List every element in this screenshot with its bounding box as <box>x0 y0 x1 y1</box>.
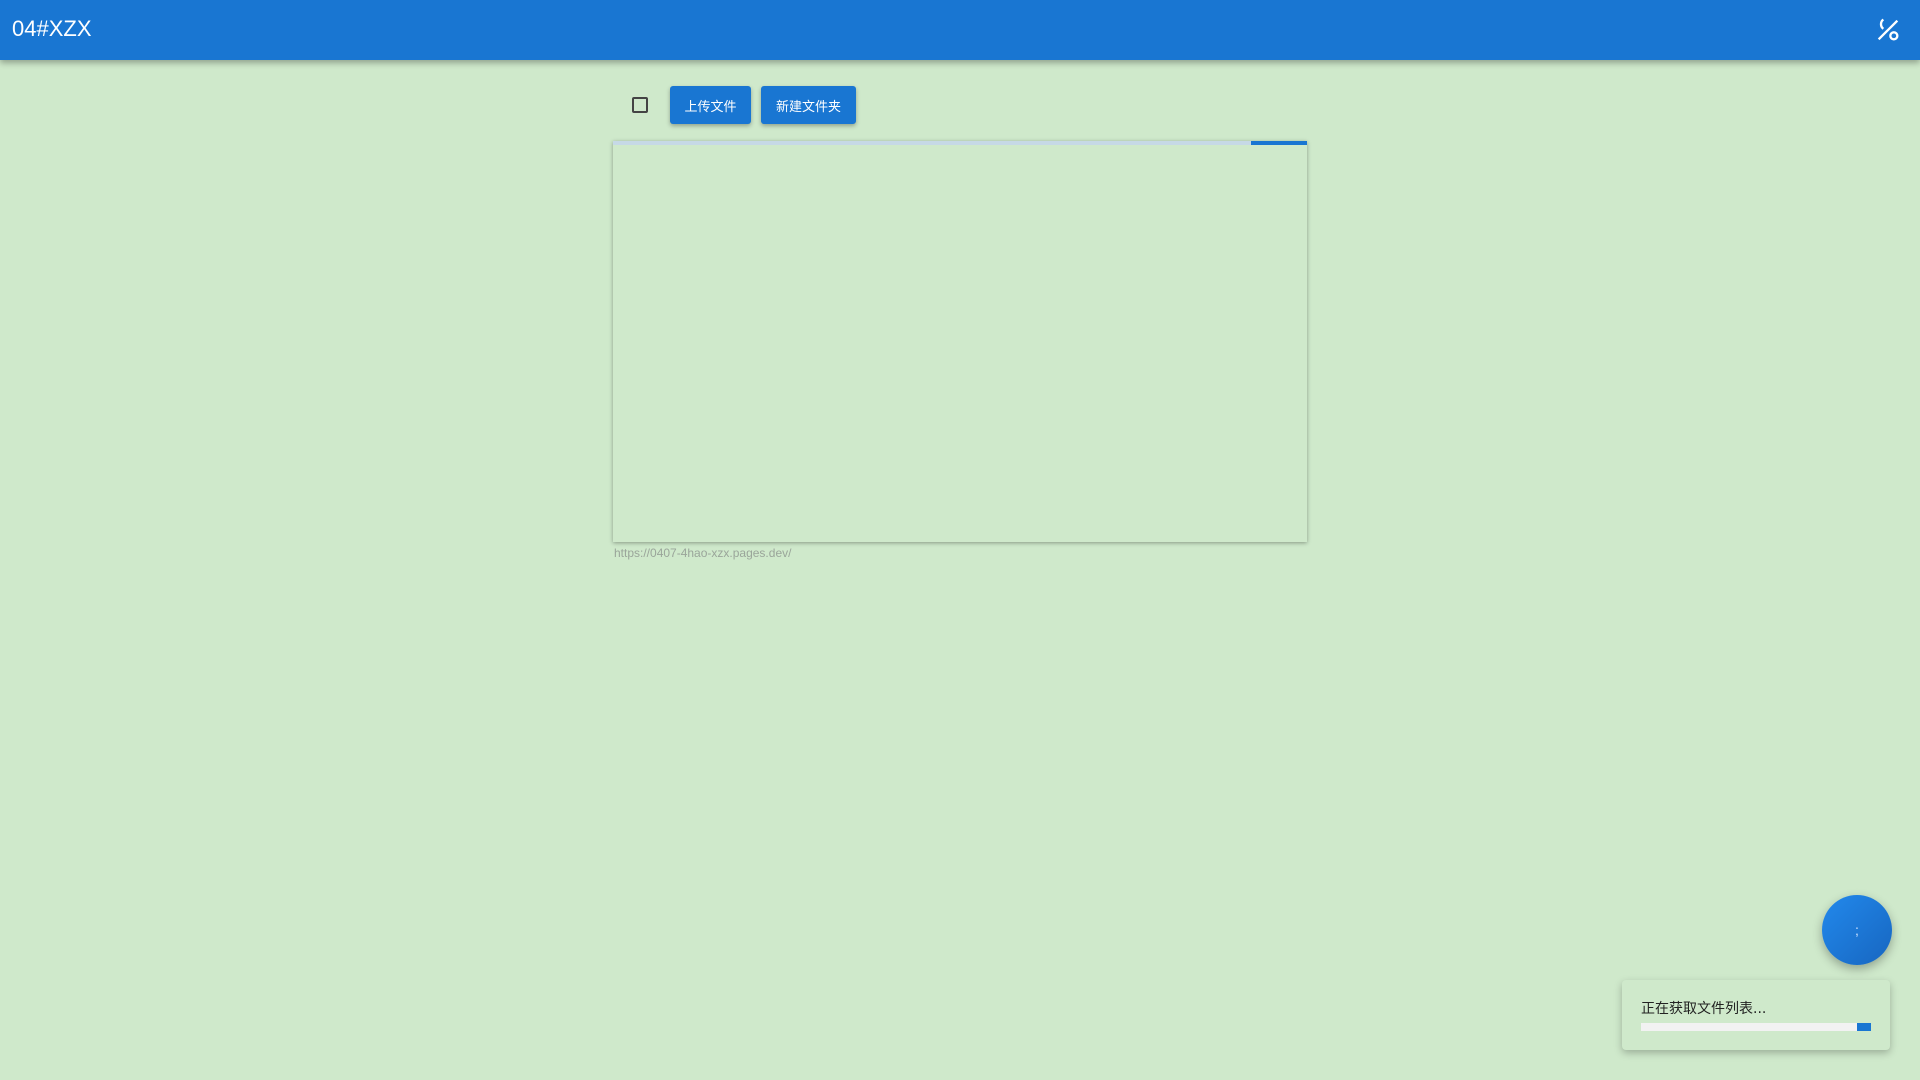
file-list-panel <box>613 141 1307 542</box>
toast-message: 正在获取文件列表... <box>1641 1001 1767 1017</box>
loading-progress-fill <box>1251 141 1307 145</box>
menu-fab-button[interactable]: ; <box>1822 895 1892 965</box>
loading-progress-bar <box>613 141 1307 145</box>
select-all-checkbox[interactable] <box>632 97 648 113</box>
loading-toast: 正在获取文件列表... <box>1622 980 1890 1050</box>
upload-file-button[interactable]: 上传文件 <box>670 86 751 124</box>
toast-progress-bar <box>1641 1023 1871 1031</box>
app-header: 04#XZX <box>0 0 1920 60</box>
theme-toggle-icon[interactable] <box>1874 16 1902 44</box>
site-url: https://0407-4hao-xzx.pages.dev/ <box>614 546 792 560</box>
app-title: 04#XZX <box>12 16 92 41</box>
toast-progress-fill <box>1857 1023 1871 1031</box>
new-folder-button[interactable]: 新建文件夹 <box>761 86 856 124</box>
